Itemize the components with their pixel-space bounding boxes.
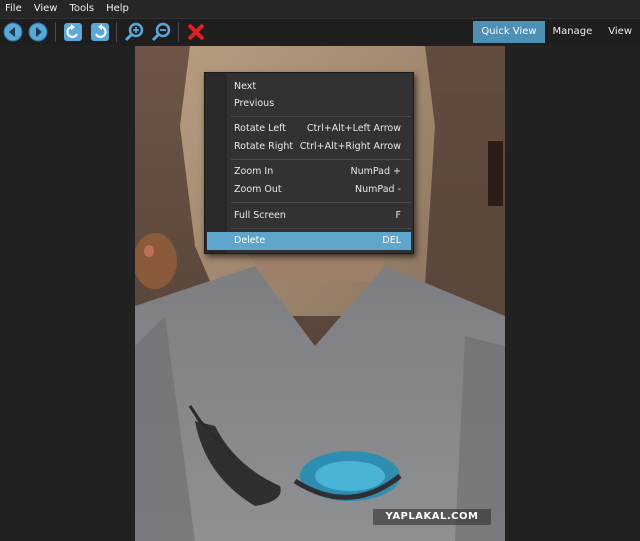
menu-item-shortcut: DEL xyxy=(382,235,401,246)
tab-quick-view[interactable]: Quick View xyxy=(473,21,545,43)
menu-view[interactable]: View xyxy=(28,0,64,18)
menu-tools[interactable]: Tools xyxy=(63,0,100,18)
view-tabs: Quick View Manage View xyxy=(473,19,640,45)
context-menu: Next Previous Rotate Left Ctrl+Alt+Left … xyxy=(204,72,414,254)
menu-item-next[interactable]: Next xyxy=(227,78,411,96)
menu-item-shortcut: Ctrl+Alt+Left Arrow xyxy=(306,123,401,134)
zoom-out-icon[interactable] xyxy=(150,21,172,43)
menu-separator xyxy=(231,116,411,117)
back-icon[interactable] xyxy=(2,21,24,43)
menu-item-label: Rotate Right xyxy=(234,141,294,152)
menu-item-label: Zoom In xyxy=(234,166,274,177)
menu-item-previous[interactable]: Previous xyxy=(227,95,411,113)
menu-item-rotate-left[interactable]: Rotate Left Ctrl+Alt+Left Arrow xyxy=(227,120,411,138)
menu-bar: File View Tools Help xyxy=(0,0,640,19)
menu-file[interactable]: File xyxy=(0,0,28,18)
menu-separator xyxy=(231,159,411,160)
menu-item-shortcut: Ctrl+Alt+Right Arrow xyxy=(299,141,401,152)
menu-item-delete[interactable]: Delete DEL xyxy=(207,232,411,250)
forward-icon[interactable] xyxy=(27,21,49,43)
menu-gutter xyxy=(205,73,227,253)
delete-icon[interactable] xyxy=(185,21,207,43)
menu-item-label: Next xyxy=(234,81,257,92)
menu-item-shortcut: F xyxy=(395,210,401,221)
menu-item-label: Delete xyxy=(234,235,266,246)
zoom-in-icon[interactable] xyxy=(123,21,145,43)
menu-item-label: Zoom Out xyxy=(234,184,282,195)
toolbar-separator xyxy=(178,22,179,42)
menu-item-zoom-in[interactable]: Zoom In NumPad + xyxy=(227,163,411,181)
menu-item-shortcut: NumPad - xyxy=(355,184,401,195)
rotate-left-icon[interactable] xyxy=(62,21,84,43)
menu-separator xyxy=(231,228,411,229)
toolbar-separator xyxy=(55,22,56,42)
toolbar-separator xyxy=(116,22,117,42)
menu-help[interactable]: Help xyxy=(100,0,135,18)
tab-manage[interactable]: Manage xyxy=(545,21,601,43)
menu-item-label: Rotate Left xyxy=(234,123,286,134)
menu-item-shortcut: NumPad + xyxy=(350,166,401,177)
menu-item-rotate-right[interactable]: Rotate Right Ctrl+Alt+Right Arrow xyxy=(227,138,411,156)
rotate-right-icon[interactable] xyxy=(89,21,111,43)
menu-item-full-screen[interactable]: Full Screen F xyxy=(227,207,411,225)
menu-item-label: Previous xyxy=(234,98,275,109)
tab-view[interactable]: View xyxy=(600,21,640,43)
watermark: YAPLAKAL.COM xyxy=(373,509,491,525)
menu-item-label: Full Screen xyxy=(234,210,286,221)
menu-item-zoom-out[interactable]: Zoom Out NumPad - xyxy=(227,181,411,199)
menu-separator xyxy=(231,202,411,203)
